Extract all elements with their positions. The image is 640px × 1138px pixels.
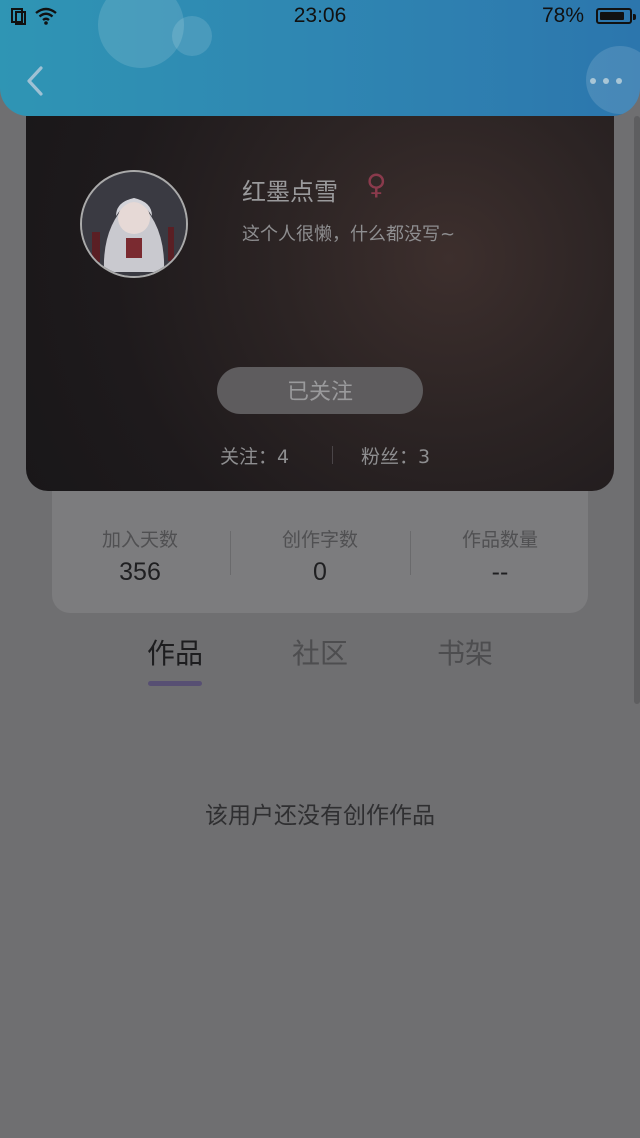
active-tab-indicator [148, 681, 202, 686]
user-bio: 这个人很懒，什么都没写~ [242, 224, 456, 245]
avatar-illustration [82, 172, 186, 276]
fans-count[interactable]: 粉丝：3 [361, 442, 430, 469]
stat-label: 创作字数 [281, 529, 358, 551]
back-icon[interactable] [22, 64, 48, 98]
female-gender-icon: ♀ [366, 168, 387, 201]
username: 红墨点雪 [242, 178, 338, 206]
tab-community[interactable]: 社区 [292, 632, 348, 672]
stat-value: -- [491, 558, 509, 586]
profile-card: 红墨点雪 ♀ 这个人很懒，什么都没写~ 已关注 关注：4 粉丝：3 [26, 116, 614, 491]
status-bar: 23:06 78% [0, 0, 640, 34]
avatar[interactable] [80, 170, 188, 278]
follow-stats: 关注：4 粉丝：3 [26, 442, 614, 469]
top-header: 23:06 78% [0, 0, 640, 116]
empty-state-message: 该用户还没有创作作品 [205, 803, 435, 829]
stat-label: 作品数量 [461, 529, 538, 551]
scrollbar[interactable] [634, 116, 640, 704]
follow-divider [332, 446, 333, 464]
stat-join-days: 加入天数 356 [52, 525, 228, 587]
stat-label: 加入天数 [101, 529, 178, 551]
following-count[interactable]: 关注：4 [220, 442, 289, 469]
stat-value: 356 [119, 558, 161, 586]
stat-word-count: 创作字数 0 [232, 525, 408, 587]
tab-works[interactable]: 作品 [147, 632, 203, 672]
battery-icon [596, 8, 636, 24]
tab-bookshelf[interactable]: 书架 [437, 632, 493, 672]
content-tabs: 作品 社区 书架 [0, 632, 640, 692]
stat-works-count: 作品数量 -- [412, 525, 588, 587]
battery-percent: 78% [541, 4, 584, 27]
stat-divider [230, 531, 231, 575]
follow-button[interactable]: 已关注 [217, 367, 423, 414]
more-options-icon[interactable] [590, 78, 622, 84]
stat-value: 0 [313, 558, 327, 586]
stats-panel: 加入天数 356 创作字数 0 作品数量 -- [52, 491, 588, 613]
stat-divider [410, 531, 411, 575]
